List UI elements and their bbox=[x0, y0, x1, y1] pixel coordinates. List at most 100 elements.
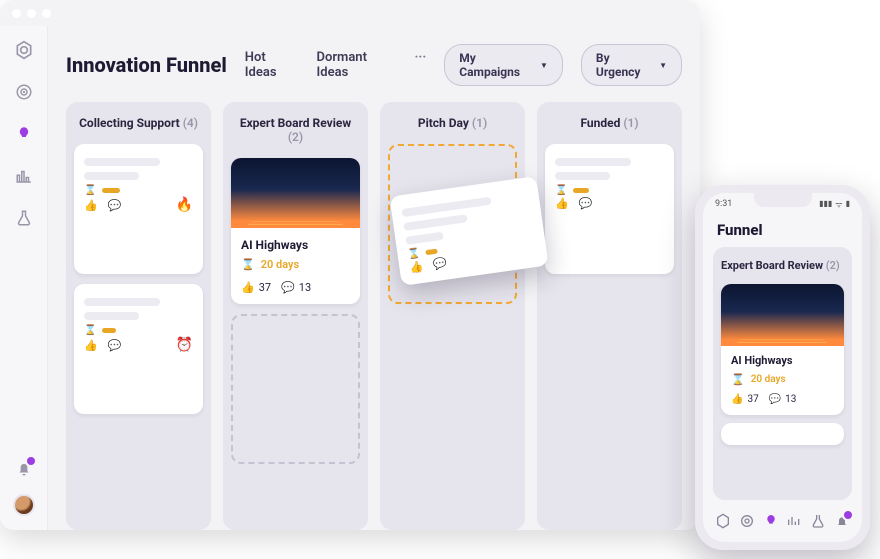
idea-card[interactable]: ⌛ 👍 💬 bbox=[545, 144, 674, 274]
column-count: (1) bbox=[623, 116, 638, 130]
snooze-alarm-icon: ⏰ bbox=[176, 337, 193, 353]
lab-flask-icon[interactable] bbox=[809, 512, 827, 530]
sort-urgency-label: By Urgency bbox=[596, 51, 651, 79]
notifications-bell-icon[interactable] bbox=[833, 512, 851, 530]
signal-icon: ▮▮▮ bbox=[819, 199, 832, 210]
notifications-bell-icon[interactable] bbox=[14, 458, 34, 478]
page-header: Innovation Funnel Hot Ideas Dormant Idea… bbox=[66, 44, 682, 86]
analytics-icon[interactable] bbox=[785, 512, 803, 530]
comments-indicator: 💬 bbox=[108, 339, 122, 352]
card-deadline: ⌛ 20 days bbox=[731, 373, 834, 386]
lab-flask-icon[interactable] bbox=[14, 208, 34, 228]
idea-card[interactable]: ⌛ 👍 💬 🔥 bbox=[74, 144, 203, 274]
comments-indicator: 💬 13 bbox=[769, 394, 797, 405]
target-icon[interactable] bbox=[14, 82, 34, 102]
app-logo-icon[interactable] bbox=[14, 40, 34, 60]
analytics-icon[interactable] bbox=[14, 166, 34, 186]
card-cover-image bbox=[231, 158, 360, 228]
thumbs-up-icon: 👍 bbox=[84, 199, 98, 212]
comments-count: 13 bbox=[299, 281, 311, 294]
comment-icon: 💬 bbox=[432, 256, 447, 271]
app-logo-icon[interactable] bbox=[714, 512, 732, 530]
column-count: (4) bbox=[183, 116, 198, 130]
likes-indicator: 👍37 bbox=[241, 281, 271, 294]
page-title: Innovation Funnel bbox=[66, 53, 227, 77]
likes-count: 37 bbox=[747, 394, 758, 405]
comments-indicator: 💬 bbox=[432, 256, 447, 271]
comment-icon: 💬 bbox=[769, 394, 781, 405]
likes-count: 37 bbox=[259, 281, 271, 294]
card-deadline-text: 20 days bbox=[751, 374, 786, 385]
comment-icon: 💬 bbox=[281, 281, 295, 294]
hourglass-icon: ⌛ bbox=[241, 258, 255, 271]
mobile-status-bar: 9:31 ▮▮▮ ᯤ ▮ bbox=[703, 193, 862, 215]
filter-campaigns-label: My Campaigns bbox=[459, 51, 532, 79]
column-pitch-day: Pitch Day (1) bbox=[380, 102, 525, 530]
window-control-min[interactable] bbox=[27, 9, 36, 18]
likes-indicator: 👍 bbox=[409, 260, 424, 275]
target-icon[interactable] bbox=[738, 512, 756, 530]
ideas-bulb-icon[interactable] bbox=[14, 124, 34, 144]
card-deadline-bar: ⌛ bbox=[555, 188, 664, 193]
mobile-column-header: Expert Board Review (2) bbox=[721, 255, 844, 276]
comments-indicator: 💬 13 bbox=[281, 281, 311, 294]
card-skeleton bbox=[545, 144, 674, 182]
comment-icon: 💬 bbox=[579, 197, 593, 210]
tab-dormant-ideas[interactable]: Dormant Ideas bbox=[317, 50, 393, 80]
column-title: Expert Board Review bbox=[721, 259, 823, 272]
column-title: Collecting Support bbox=[79, 116, 180, 130]
card-title: AI Highways bbox=[731, 354, 834, 367]
empty-card-placeholder bbox=[231, 314, 360, 464]
card-skeleton bbox=[74, 144, 203, 182]
comment-icon: 💬 bbox=[108, 339, 122, 352]
column-expert-review: Expert Board Review (2) AI Highways ⌛ 20… bbox=[223, 102, 368, 530]
card-title: AI Highways bbox=[241, 238, 350, 252]
user-avatar[interactable] bbox=[13, 494, 35, 516]
column-title: Pitch Day bbox=[418, 116, 469, 130]
battery-icon: ▮ bbox=[846, 199, 850, 210]
sort-urgency-dropdown[interactable]: By Urgency bbox=[581, 44, 682, 86]
mobile-idea-card-ai-highways[interactable]: AI Highways ⌛ 20 days 👍 37 💬 13 bbox=[721, 284, 844, 415]
thumbs-up-icon: 👍 bbox=[409, 260, 424, 275]
card-cover-image bbox=[721, 284, 844, 346]
comment-icon: 💬 bbox=[108, 199, 122, 212]
mobile-tabbar bbox=[703, 500, 862, 542]
mobile-device-frame: 9:31 ▮▮▮ ᯤ ▮ Funnel Expert Board Review … bbox=[695, 185, 870, 550]
hourglass-icon: ⌛ bbox=[731, 373, 745, 386]
column-header: Collecting Support (4) bbox=[74, 112, 203, 134]
mobile-idea-card-peek[interactable] bbox=[721, 423, 844, 445]
window-control-close[interactable] bbox=[12, 9, 21, 18]
likes-indicator: 👍 bbox=[84, 339, 98, 352]
likes-indicator: 👍 bbox=[84, 199, 98, 212]
thumbs-up-icon: 👍 bbox=[555, 197, 569, 210]
column-header: Pitch Day (1) bbox=[388, 112, 517, 134]
column-count: (2) bbox=[288, 130, 303, 144]
thumbs-up-icon: 👍 bbox=[731, 394, 743, 405]
column-count: (1) bbox=[472, 116, 487, 130]
column-funded: Funded (1) ⌛ 👍 💬 bbox=[537, 102, 682, 530]
comments-count: 13 bbox=[785, 394, 796, 405]
likes-indicator: 👍 bbox=[555, 197, 569, 210]
column-title: Expert Board Review bbox=[240, 116, 351, 130]
ideas-bulb-icon[interactable] bbox=[762, 512, 780, 530]
tab-hot-ideas[interactable]: Hot Ideas bbox=[245, 50, 295, 80]
mobile-column-expert-review: Expert Board Review (2) AI Highways ⌛ 20… bbox=[713, 247, 852, 500]
card-deadline-bar: ⌛ bbox=[84, 328, 193, 333]
card-deadline-text: 20 days bbox=[261, 258, 299, 271]
window-titlebar bbox=[0, 0, 700, 26]
idea-card-ai-highways[interactable]: AI Highways ⌛ 20 days 👍37 💬 13 bbox=[231, 158, 360, 304]
card-deadline-bar: ⌛ bbox=[84, 188, 193, 193]
filter-campaigns-dropdown[interactable]: My Campaigns bbox=[444, 44, 563, 86]
mobile-page-title: Funnel bbox=[703, 215, 862, 247]
idea-card[interactable]: ⌛ 👍 💬 ⏰ bbox=[74, 284, 203, 414]
column-header: Expert Board Review (2) bbox=[231, 112, 360, 148]
card-deadline: ⌛ 20 days bbox=[241, 258, 350, 271]
fire-icon: 🔥 bbox=[176, 197, 193, 213]
window-control-max[interactable] bbox=[42, 9, 51, 18]
more-tabs-icon[interactable]: ··· bbox=[415, 50, 427, 80]
thumbs-up-icon: 👍 bbox=[84, 339, 98, 352]
phone-notch bbox=[754, 193, 812, 207]
kanban-board: Collecting Support (4) ⌛ 👍 💬 🔥 bbox=[66, 102, 682, 530]
mobile-time: 9:31 bbox=[715, 199, 732, 209]
likes-indicator: 👍 37 bbox=[731, 394, 759, 405]
